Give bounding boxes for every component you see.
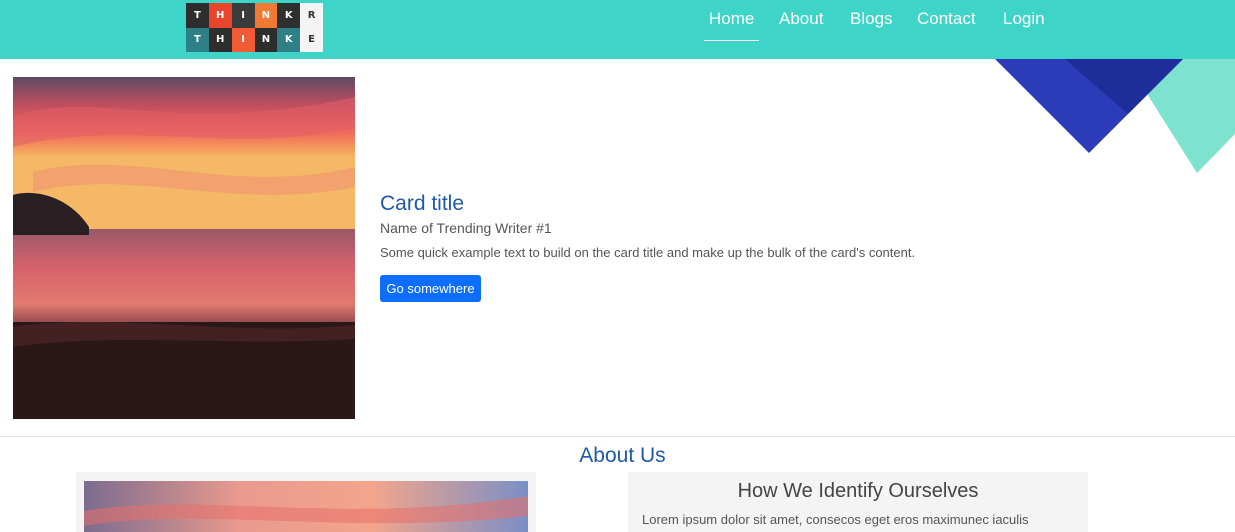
logo-letter: K	[277, 3, 301, 28]
logo-letter: I	[231, 27, 255, 52]
active-link-underline	[704, 40, 759, 41]
nav-link-login[interactable]: Login	[1003, 9, 1045, 29]
nav-link-about[interactable]: About	[779, 9, 823, 29]
decorative-triangles	[995, 59, 1235, 173]
logo-letter: H	[208, 27, 232, 52]
think-logo[interactable]: THINKR THINKE	[186, 3, 323, 52]
about-us-title: About Us	[579, 444, 666, 467]
logo-letter: T	[186, 27, 209, 52]
card-image	[13, 77, 355, 419]
nav-link-contact[interactable]: Contact	[917, 9, 976, 29]
logo-letter: K	[277, 27, 301, 52]
about-heading: How We Identify Ourselves	[737, 480, 979, 502]
logo-letter: R	[300, 3, 323, 28]
logo-letter: E	[300, 27, 323, 52]
logo-letter: N	[254, 27, 278, 52]
go-somewhere-button[interactable]: Go somewhere	[380, 275, 481, 302]
logo-letter: H	[208, 3, 232, 28]
logo-letter: T	[186, 3, 209, 28]
logo-letter: N	[254, 3, 278, 28]
card-title: Card title	[380, 192, 465, 215]
nav-link-home[interactable]: Home	[709, 9, 754, 29]
about-image	[84, 481, 528, 532]
card-text: Some quick example text to build on the …	[380, 245, 916, 260]
navbar: THINKR THINKE Home About Blogs Contact Lo…	[0, 0, 1235, 59]
logo-letter: I	[231, 3, 255, 28]
sunset-beach-image	[13, 77, 355, 419]
about-text: Lorem ipsum dolor sit amet, consecos ege…	[642, 512, 1029, 527]
nav-link-blogs[interactable]: Blogs	[850, 9, 893, 29]
sunset-sky-image	[84, 481, 528, 532]
section-divider	[0, 436, 1235, 437]
card-subtitle: Name of Trending Writer #1	[380, 220, 552, 236]
